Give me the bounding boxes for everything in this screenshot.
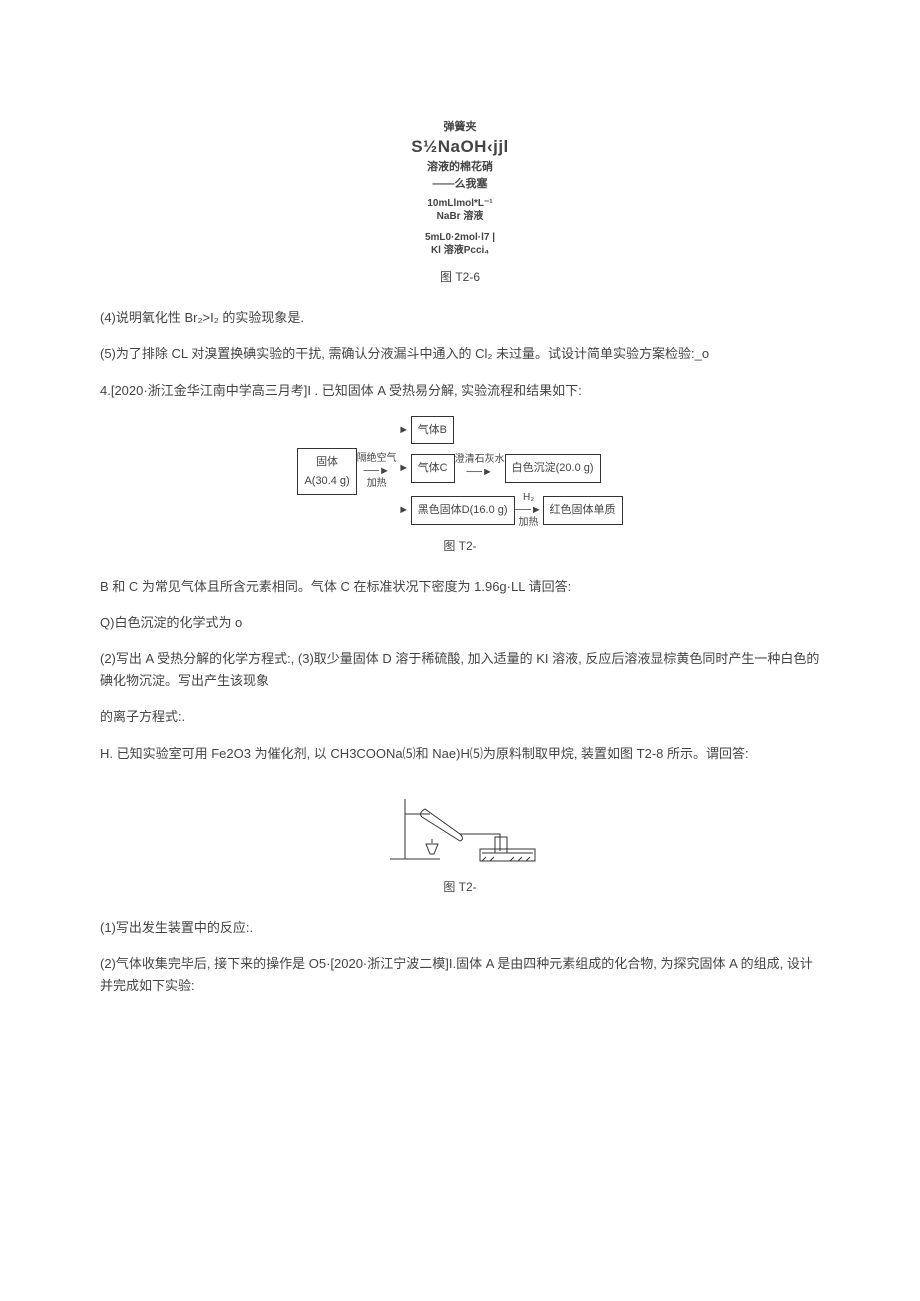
question-4: (4)说明氧化性 Br₂>I₂ 的实验现象是. [100,307,820,329]
problem-4-after: B 和 C 为常见气体且所含元素相同。气体 C 在标准状况下密度为 1.96g·… [100,576,820,598]
flow-box-solid-a: 固体 A(30.4 g) [297,448,356,495]
flow-box-b: 气体B [411,416,454,445]
flow-arrow-3: H₂ ──► 加热 [515,493,543,528]
fig1-line4: ――么我塞 [330,177,590,191]
flow-r3-mid-bottom: 加热 [519,518,539,528]
caption-fig1: 图 T2-6 [100,267,820,287]
figure-1-labels: 弹簧夹 S½NaOH‹jjl 溶液的棉花硝 ――么我塞 10mLlmol*L⁻¹… [330,120,590,257]
apparatus-diagram [370,779,550,869]
fig1-line3: 溶液的棉花硝 [330,160,590,174]
question-4-3: 的离子方程式:. [100,706,820,728]
arrow-icon: ► [397,501,411,520]
fig1-line6: NaBr 溶液 [330,210,590,223]
question-4-ii-1: (1)写出发生装置中的反应:. [100,917,820,939]
arrow-icon: ► [397,421,411,440]
fig1-line7: 5mL0·2mol·l7 | [330,231,590,244]
arrow-icon: ──► [466,463,494,482]
question-4-2: (2)写出 A 受热分解的化学方程式:, (3)取少量固体 D 溶于稀硫酸, 加… [100,648,820,692]
flow-box-c: 气体C [411,454,455,483]
arrow-icon: ► [397,459,411,478]
flow-box-d: 黑色固体D(16.0 g) [411,496,515,525]
flowchart-t2: 固体 A(30.4 g) 隔绝空气 ──► 加热 ► 气体B ► 气体C 澄清石… [100,416,820,528]
fig1-line5: 10mLlmol*L⁻¹ [330,197,590,210]
question-5: (5)为了排除 CL 对溴置换碘实验的干扰, 需确认分液漏斗中通入的 Cl₂ 未… [100,343,820,365]
fig1-line1: 弹簧夹 [330,120,590,134]
flow-box-white-precipitate: 白色沉淀(20.0 g) [505,454,601,483]
question-4-1: Q)白色沉淀的化学式为 o [100,612,820,634]
caption-fig2: 图 T2- [100,536,820,556]
flow-row-2: ► 气体C 澄清石灰水 ──► 白色沉淀(20.0 g) [397,454,623,483]
caption-fig3: 图 T2- [100,877,820,897]
question-4-ii-2: (2)气体收集完毕后, 接下来的操作是 O5·[2020·浙江宁波二模]I.固体… [100,953,820,997]
fig1-line2: S½NaOH‹jjl [330,136,590,158]
flow-arrow-2: 澄清石灰水 ──► [455,455,505,482]
fig1-line8: Kl 溶液Pcci₄ [330,244,590,257]
flow-mid-bottom: 加热 [367,479,387,489]
problem-4-part2: H. 已知实验室可用 Fe2O3 为催化剂, 以 CH3COONa⑸和 Nae)… [100,743,820,765]
flow-row-3: ► 黑色固体D(16.0 g) H₂ ──► 加热 红色固体单质 [397,493,623,528]
flow-left-bottom: A(30.4 g) [304,475,349,487]
problem-4-intro: 4.[2020·浙江金华江南中学高三月考]I . 已知固体 A 受热易分解, 实… [100,380,820,402]
flow-arrow-1: 隔绝空气 ──► 加热 [357,454,397,489]
flow-left-top: 固体 [316,456,338,468]
flow-row-1: ► 气体B [397,416,623,445]
flow-box-red-solid: 红色固体单质 [543,496,623,525]
flow-right-stack: ► 气体B ► 气体C 澄清石灰水 ──► 白色沉淀(20.0 g) ► 黑色固… [397,416,623,528]
